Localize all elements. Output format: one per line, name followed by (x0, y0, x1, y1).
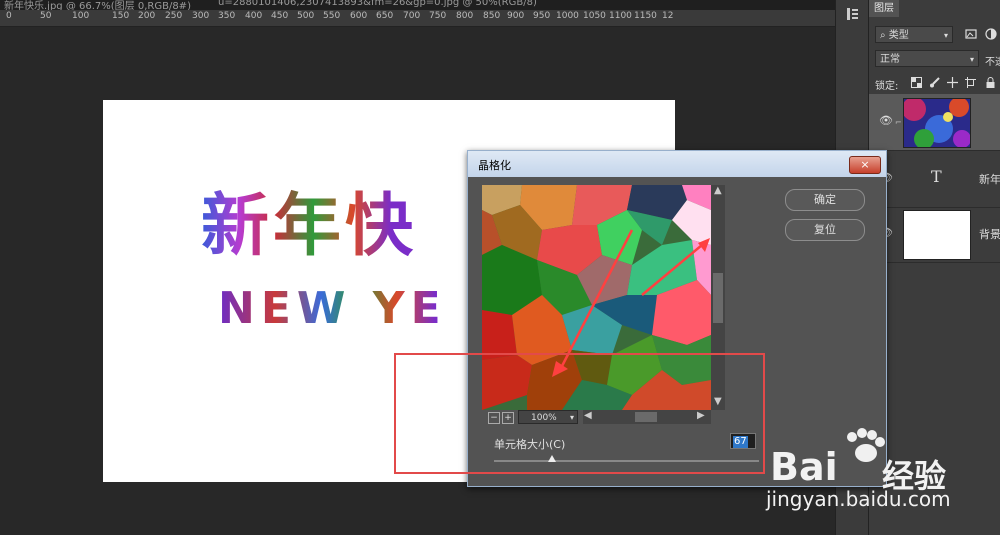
move-icon[interactable] (947, 77, 958, 88)
ruler-label: 100 (72, 11, 90, 21)
eye-icon[interactable]: 👁 (879, 114, 893, 127)
ruler-label: 0 (6, 11, 12, 21)
chevron-down-icon: ▾ (943, 31, 948, 40)
baidu-jingyan-watermark: Bai 经验 jingyan.baidu.com (766, 425, 1000, 535)
ruler-label: 450 (271, 11, 289, 21)
layer-filter-select[interactable]: ⌕ 类型 ▾ (875, 26, 953, 43)
layer-name: 背景 (979, 228, 1000, 241)
ruler-label: 50 (40, 11, 52, 21)
ruler-label: 1000 (556, 11, 579, 21)
ruler-label: 350 (218, 11, 236, 21)
adjustment-filter-icon[interactable] (985, 28, 997, 40)
ruler-label: 650 (376, 11, 394, 21)
lock-all-icon[interactable] (985, 77, 996, 88)
link-icon: ⌐ (895, 118, 902, 127)
dialog-titlebar[interactable]: 晶格化 × (468, 151, 886, 177)
horizontal-ruler: 0 50 100 150 200 250 300 350 400 450 500… (0, 10, 835, 27)
scroll-up-icon[interactable]: ▲ (714, 185, 722, 196)
lock-label: 锁定: (875, 81, 899, 92)
canvas-chinese-text: 新年快 (201, 170, 417, 269)
ruler-label: 500 (297, 11, 315, 21)
layer-filter-label: 类型 (888, 30, 909, 41)
artboard-lock-icon[interactable] (965, 77, 976, 88)
ruler-label: 900 (507, 11, 525, 21)
close-button[interactable]: × (849, 156, 881, 174)
ruler-label: 800 (456, 11, 474, 21)
scroll-thumb[interactable] (713, 273, 723, 323)
lock-transparent-icon[interactable] (911, 77, 922, 88)
brush-icon[interactable] (929, 77, 940, 88)
ruler-label: 550 (323, 11, 341, 21)
search-icon: ⌕ (880, 30, 886, 41)
tab-layers[interactable]: 图层 (869, 0, 899, 17)
ruler-label: 1050 (583, 11, 606, 21)
ruler-label: 1100 (609, 11, 632, 21)
history-panel-icon[interactable] (846, 7, 860, 21)
ruler-label: 12 (662, 11, 674, 21)
ok-button[interactable]: 确定 (785, 189, 865, 211)
ruler-label: 400 (245, 11, 263, 21)
blend-mode-label: 正常 (880, 54, 900, 65)
reset-button[interactable]: 复位 (785, 219, 865, 241)
canvas-english-text: NEW YE (218, 283, 447, 334)
opacity-label: 不透 (985, 57, 1000, 68)
ruler-label: 950 (533, 11, 551, 21)
layer-thumbnail (903, 210, 971, 260)
annotation-highlight-box (394, 353, 765, 474)
ruler-label: 200 (138, 11, 156, 21)
document-tab-1[interactable]: 新年快乐.jpg @ 66.7%(图层 0,RGB/8#) (4, 0, 191, 10)
document-tab-2[interactable]: u=2880101406,2307413893&fm=26&gp=0.jpg @… (218, 0, 537, 8)
layer-row[interactable]: 👁 ⌐ (869, 94, 1000, 151)
document-tab-bar: 新年快乐.jpg @ 66.7%(图层 0,RGB/8#) u=28801014… (0, 0, 835, 10)
blend-mode-select[interactable]: 正常 ▾ (875, 50, 979, 67)
ruler-label: 150 (112, 11, 130, 21)
text-layer-icon: T (931, 167, 942, 186)
layer-row[interactable]: 👁 背景 (869, 206, 1000, 263)
watermark-url: jingyan.baidu.com (766, 487, 951, 511)
ruler-label: 600 (350, 11, 368, 21)
ruler-label: 850 (483, 11, 501, 21)
ruler-label: 700 (403, 11, 421, 21)
close-icon: × (860, 158, 870, 171)
ruler-label: 250 (165, 11, 183, 21)
layer-thumbnail (903, 98, 971, 148)
image-filter-icon[interactable] (965, 28, 977, 40)
layer-name: 新年 (979, 173, 1000, 186)
ruler-label: 1150 (634, 11, 657, 21)
chevron-down-icon: ▾ (969, 55, 974, 64)
dialog-title: 晶格化 (478, 159, 511, 172)
baidu-brand-text: Bai (770, 445, 838, 489)
ruler-label: 300 (192, 11, 210, 21)
ruler-label: 750 (429, 11, 447, 21)
layer-row[interactable]: 👁 T 新年 (869, 151, 1000, 208)
